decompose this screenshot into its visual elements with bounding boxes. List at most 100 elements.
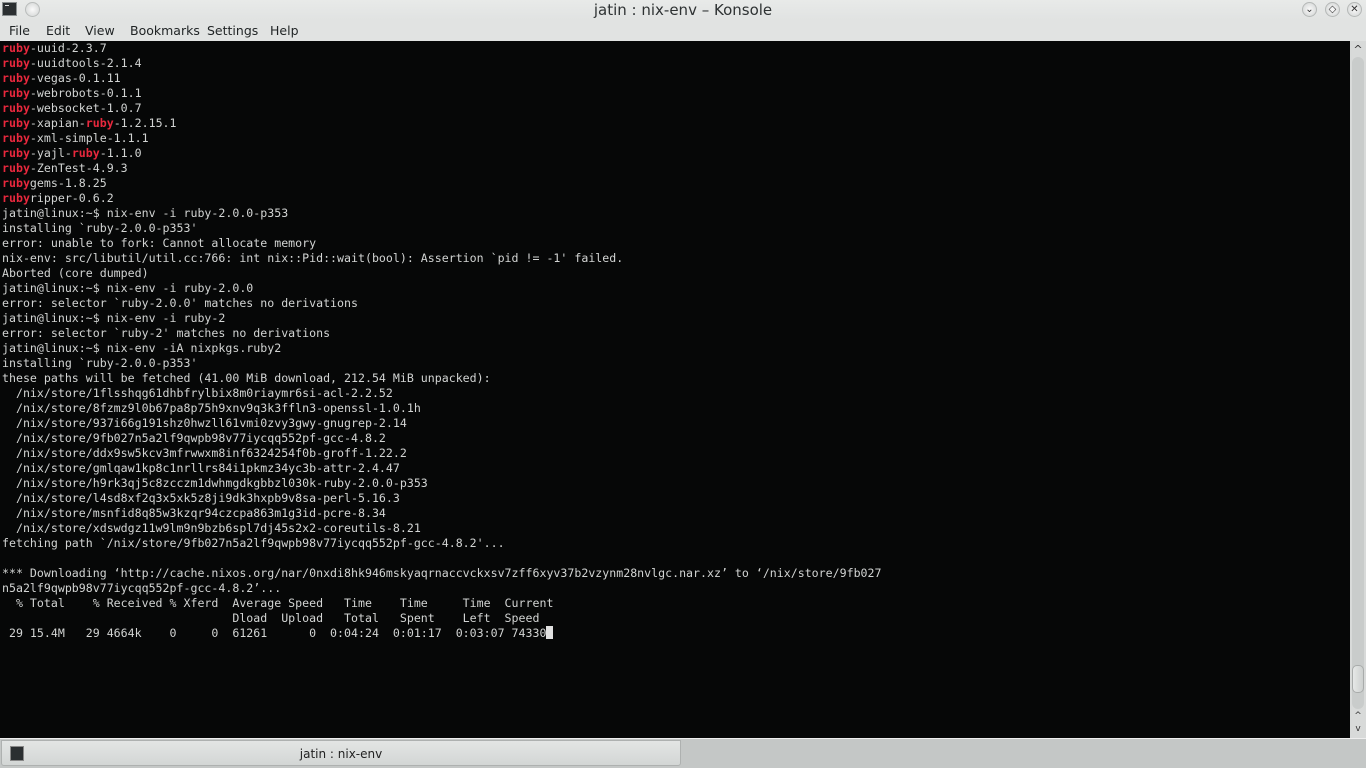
terminal-text: fetching path `/nix/store/9fb027n5a2lf9q… <box>2 536 505 550</box>
terminal-text: these paths will be fetched (41.00 MiB d… <box>2 371 491 385</box>
terminal-line: rubyripper-0.6.2 <box>0 191 1350 206</box>
highlighted-match: ruby <box>2 56 30 70</box>
highlighted-match: ruby <box>2 41 30 55</box>
terminal-text: /nix/store/gmlqaw1kp8c1nrllrs84i1pkmz34y… <box>2 461 400 475</box>
terminal-line: n5a2lf9qwpb98v77iycqq552pf-gcc-4.8.2’... <box>0 581 1350 596</box>
text-cursor <box>546 626 554 639</box>
menu-view[interactable]: View <box>85 23 115 38</box>
scroll-track[interactable] <box>1352 57 1364 709</box>
terminal-text: /nix/store/h9rk3qj5c8zcczm1dwhmgdkgbbzl0… <box>2 476 428 490</box>
terminal-text: -uuidtools-2.1.4 <box>29 56 142 70</box>
terminal-text: -ZenTest-4.9.3 <box>29 161 128 175</box>
terminal-text: error: unable to fork: Cannot allocate m… <box>2 236 317 250</box>
terminal-text: /nix/store/xdswdgz11w9lm9n9bzb6spl7dj45s… <box>2 521 421 535</box>
terminal-line: jatin@linux:~$ nix-env -i ruby-2 <box>0 311 1350 326</box>
terminal-text: /nix/store/937i66g191shz0hwzll61vmi0zvy3… <box>2 416 407 430</box>
maximize-button[interactable]: ◇ <box>1325 2 1340 17</box>
terminal-text: jatin@linux:~$ nix-env -i ruby-2.0.0 <box>2 281 254 295</box>
title-bar: jatin : nix-env – Konsole ⌄ ◇ ✕ <box>0 0 1366 20</box>
terminal-output[interactable]: ruby-uuid-2.3.7 ruby-uuidtools-2.1.4 ruby-… <box>0 41 1350 738</box>
terminal-line: /nix/store/937i66g191shz0hwzll61vmi0zvy3… <box>0 416 1350 431</box>
terminal-text: % Total % Received % Xferd Average Speed… <box>2 596 554 610</box>
terminal-line: ruby-uuid-2.3.7 <box>0 41 1350 56</box>
terminal-line: /nix/store/xdswdgz11w9lm9n9bzb6spl7dj45s… <box>0 521 1350 536</box>
scroll-up-icon[interactable]: ^ <box>1350 43 1366 56</box>
terminal-text: installing `ruby-2.0.0-p353' <box>2 356 198 370</box>
terminal-line: ruby-yajl-ruby-1.1.0 <box>0 146 1350 161</box>
terminal-line: Dload Upload Total Spent Left Speed <box>0 611 1350 626</box>
terminal-text: /nix/store/l4sd8xf2q3x5xk5z8ji9dk3hxpb9v… <box>2 491 400 505</box>
highlighted-match: ruby <box>2 86 30 100</box>
terminal-line: /nix/store/l4sd8xf2q3x5xk5z8ji9dk3hxpb9v… <box>0 491 1350 506</box>
terminal-line: ruby-xml-simple-1.1.1 <box>0 131 1350 146</box>
terminal-line: ruby-websocket-1.0.7 <box>0 101 1350 116</box>
terminal-line: jatin@linux:~$ nix-env -iA nixpkgs.ruby2 <box>0 341 1350 356</box>
terminal-text: ripper-0.6.2 <box>29 191 114 205</box>
terminal-line: /nix/store/8fzmz9l0b67pa8p75h9xnv9q3k3ff… <box>0 401 1350 416</box>
terminal-line: fetching path `/nix/store/9fb027n5a2lf9q… <box>0 536 1350 551</box>
terminal-text: nix-env: src/libutil/util.cc:766: int ni… <box>2 251 624 265</box>
terminal-text: Dload Upload Total Spent Left Speed <box>2 611 540 625</box>
terminal-line: /nix/store/ddx9sw5kcv3mfrwwxm8inf6324254… <box>0 446 1350 461</box>
minimize-button[interactable]: ⌄ <box>1302 2 1317 17</box>
terminal-text: 29 15.4M 29 4664k 0 0 61261 0 0:04:24 0:… <box>2 626 547 640</box>
scroll-thumb[interactable] <box>1352 665 1364 693</box>
terminal-text: -xml-simple-1.1.1 <box>29 131 149 145</box>
terminal-text: -vegas-0.1.11 <box>29 71 121 85</box>
terminal-text: error: selector `ruby-2' matches no deri… <box>2 326 331 340</box>
menu-bookmarks[interactable]: Bookmarks <box>130 23 200 38</box>
menu-help[interactable]: Help <box>270 23 299 38</box>
terminal-line: /nix/store/h9rk3qj5c8zcczm1dwhmgdkgbbzl0… <box>0 476 1350 491</box>
terminal-line: error: selector `ruby-2' matches no deri… <box>0 326 1350 341</box>
highlighted-match: ruby <box>2 116 30 130</box>
tab-nix-env[interactable]: jatin : nix-env <box>1 740 681 766</box>
terminal-text: error: selector `ruby-2.0.0' matches no … <box>2 296 358 310</box>
terminal-text: -xapian- <box>29 116 86 130</box>
terminal-line: installing `ruby-2.0.0-p353' <box>0 356 1350 371</box>
terminal-text: /nix/store/8fzmz9l0b67pa8p75h9xnv9q3k3ff… <box>2 401 421 415</box>
highlighted-match: ruby <box>2 161 30 175</box>
terminal-line: these paths will be fetched (41.00 MiB d… <box>0 371 1350 386</box>
terminal-line: error: unable to fork: Cannot allocate m… <box>0 236 1350 251</box>
terminal-text: -uuid-2.3.7 <box>29 41 107 55</box>
terminal-text: jatin@linux:~$ nix-env -iA nixpkgs.ruby2 <box>2 341 282 355</box>
terminal-text: jatin@linux:~$ nix-env -i ruby-2 <box>2 311 226 325</box>
scroll-down-icon[interactable]: v <box>1350 724 1366 734</box>
terminal-line: error: selector `ruby-2.0.0' matches no … <box>0 296 1350 311</box>
terminal-text: jatin@linux:~$ nix-env -i ruby-2.0.0-p35… <box>2 206 289 220</box>
terminal-text: -yajl- <box>29 146 72 160</box>
terminal-text: installing `ruby-2.0.0-p353' <box>2 221 198 235</box>
highlighted-match: ruby <box>2 176 30 190</box>
close-button[interactable]: ✕ <box>1347 2 1362 17</box>
terminal-text: /nix/store/1flsshqg61dhbfrylbix8m0riaymr… <box>2 386 393 400</box>
terminal-line: 29 15.4M 29 4664k 0 0 61261 0 0:04:24 0:… <box>0 626 1350 641</box>
highlighted-match: ruby <box>2 191 30 205</box>
scrollbar[interactable]: ^ ^ v <box>1350 41 1366 738</box>
terminal-line: /nix/store/gmlqaw1kp8c1nrllrs84i1pkmz34y… <box>0 461 1350 476</box>
terminal-text: *** Downloading ‘http://cache.nixos.org/… <box>2 566 882 580</box>
menu-file[interactable]: File <box>9 23 30 38</box>
window-title: jatin : nix-env – Konsole <box>593 1 773 19</box>
highlighted-match: ruby <box>2 146 30 160</box>
terminal-text: Aborted (core dumped) <box>2 266 149 280</box>
terminal-line: rubygems-1.8.25 <box>0 176 1350 191</box>
terminal-line: /nix/store/9fb027n5a2lf9qwpb98v77iycqq55… <box>0 431 1350 446</box>
highlighted-match: ruby <box>2 131 30 145</box>
terminal-text: n5a2lf9qwpb98v77iycqq552pf-gcc-4.8.2’... <box>2 581 282 595</box>
highlighted-match: ruby <box>71 146 100 160</box>
terminal-text: gems-1.8.25 <box>29 176 107 190</box>
terminal-line: ruby-webrobots-0.1.1 <box>0 86 1350 101</box>
terminal-text: /nix/store/msnfid8q85w3kzqr94czcpa863m1g… <box>2 506 386 520</box>
menu-bar: File Edit View Bookmarks Settings Help <box>0 20 1366 41</box>
scroll-up-small-icon[interactable]: ^ <box>1350 711 1366 721</box>
terminal-line: installing `ruby-2.0.0-p353' <box>0 221 1350 236</box>
terminal-line: ruby-uuidtools-2.1.4 <box>0 56 1350 71</box>
menu-edit[interactable]: Edit <box>46 23 70 38</box>
menu-settings[interactable]: Settings <box>207 23 258 38</box>
terminal-line: ruby-xapian-ruby-1.2.15.1 <box>0 116 1350 131</box>
terminal-text: -websocket-1.0.7 <box>29 101 142 115</box>
tab-bar: jatin : nix-env <box>0 738 1366 768</box>
highlighted-match: ruby <box>85 116 114 130</box>
tab-label: jatin : nix-env <box>299 747 383 761</box>
